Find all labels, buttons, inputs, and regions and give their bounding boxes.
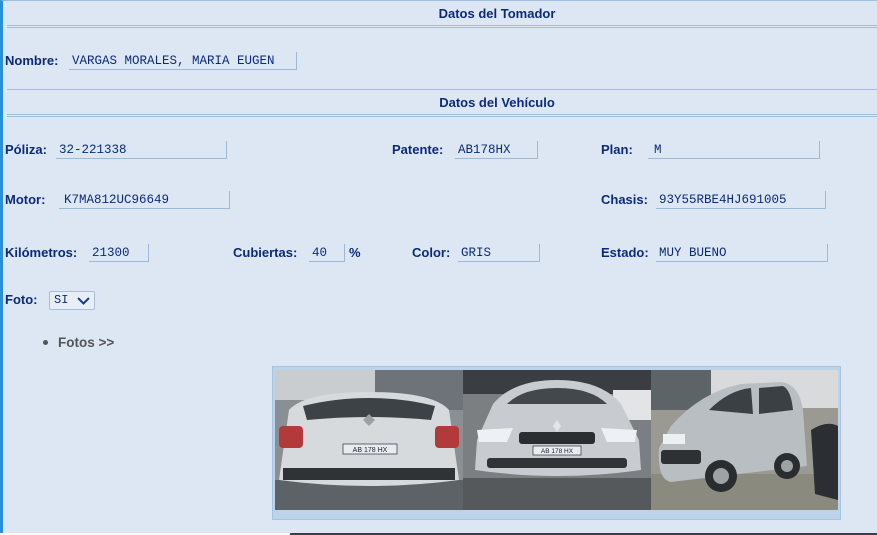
foto-label: Foto: bbox=[5, 292, 38, 307]
foto-select-value: SI bbox=[54, 293, 69, 307]
policy-form: Datos del Tomador Nombre: VARGAS MORALES… bbox=[0, 0, 877, 533]
vehiculo-section-title: Datos del Vehículo bbox=[439, 94, 555, 110]
photo-gallery: AB 178 HX AB 178 HX bbox=[272, 366, 841, 520]
fotos-link[interactable]: Fotos >> bbox=[58, 335, 114, 350]
plan-field[interactable]: M bbox=[648, 141, 820, 159]
poliza-field[interactable]: 32-221338 bbox=[56, 141, 227, 159]
nombre-field[interactable]: VARGAS MORALES, MARIA EUGEN bbox=[69, 52, 297, 70]
tomador-section-title: Datos del Tomador bbox=[438, 5, 556, 21]
plan-label: Plan: bbox=[601, 142, 633, 157]
chasis-label: Chasis: bbox=[601, 192, 648, 207]
cubiertas-percent-unit: % bbox=[349, 245, 361, 260]
estado-field[interactable]: MUY BUENO bbox=[656, 244, 828, 262]
color-field[interactable]: GRIS bbox=[458, 244, 540, 262]
car-side-photo[interactable] bbox=[651, 370, 838, 510]
cubiertas-field[interactable]: 40 bbox=[309, 244, 345, 262]
motor-label: Motor: bbox=[5, 192, 46, 207]
car-rear-photo[interactable]: AB 178 HX bbox=[275, 370, 463, 510]
plate-text-front: AB 178 HX bbox=[541, 448, 574, 455]
vehiculo-section-header: Datos del Vehículo bbox=[7, 89, 877, 117]
estado-label: Estado: bbox=[601, 245, 649, 260]
nombre-label: Nombre: bbox=[5, 53, 59, 68]
cubiertas-label: Cubiertas: bbox=[233, 245, 298, 260]
motor-field[interactable]: K7MA812UC96649 bbox=[59, 191, 230, 209]
plate-text-rear: AB 178 HX bbox=[353, 447, 388, 454]
car-front-photo[interactable]: AB 178 HX bbox=[463, 370, 651, 510]
color-label: Color: bbox=[412, 245, 451, 260]
kilometros-label: Kilómetros: bbox=[5, 245, 78, 260]
poliza-label: Póliza: bbox=[5, 142, 47, 157]
tomador-section-header: Datos del Tomador bbox=[7, 0, 877, 28]
kilometros-field[interactable]: 21300 bbox=[89, 244, 149, 262]
chevron-down-icon bbox=[77, 297, 90, 305]
list-bullet bbox=[43, 340, 48, 345]
patente-label: Patente: bbox=[392, 142, 444, 157]
foto-select[interactable]: SI bbox=[49, 291, 95, 310]
chasis-field[interactable]: 93Y55RBE4HJ691005 bbox=[656, 191, 826, 209]
patente-field[interactable]: AB178HX bbox=[455, 141, 538, 159]
